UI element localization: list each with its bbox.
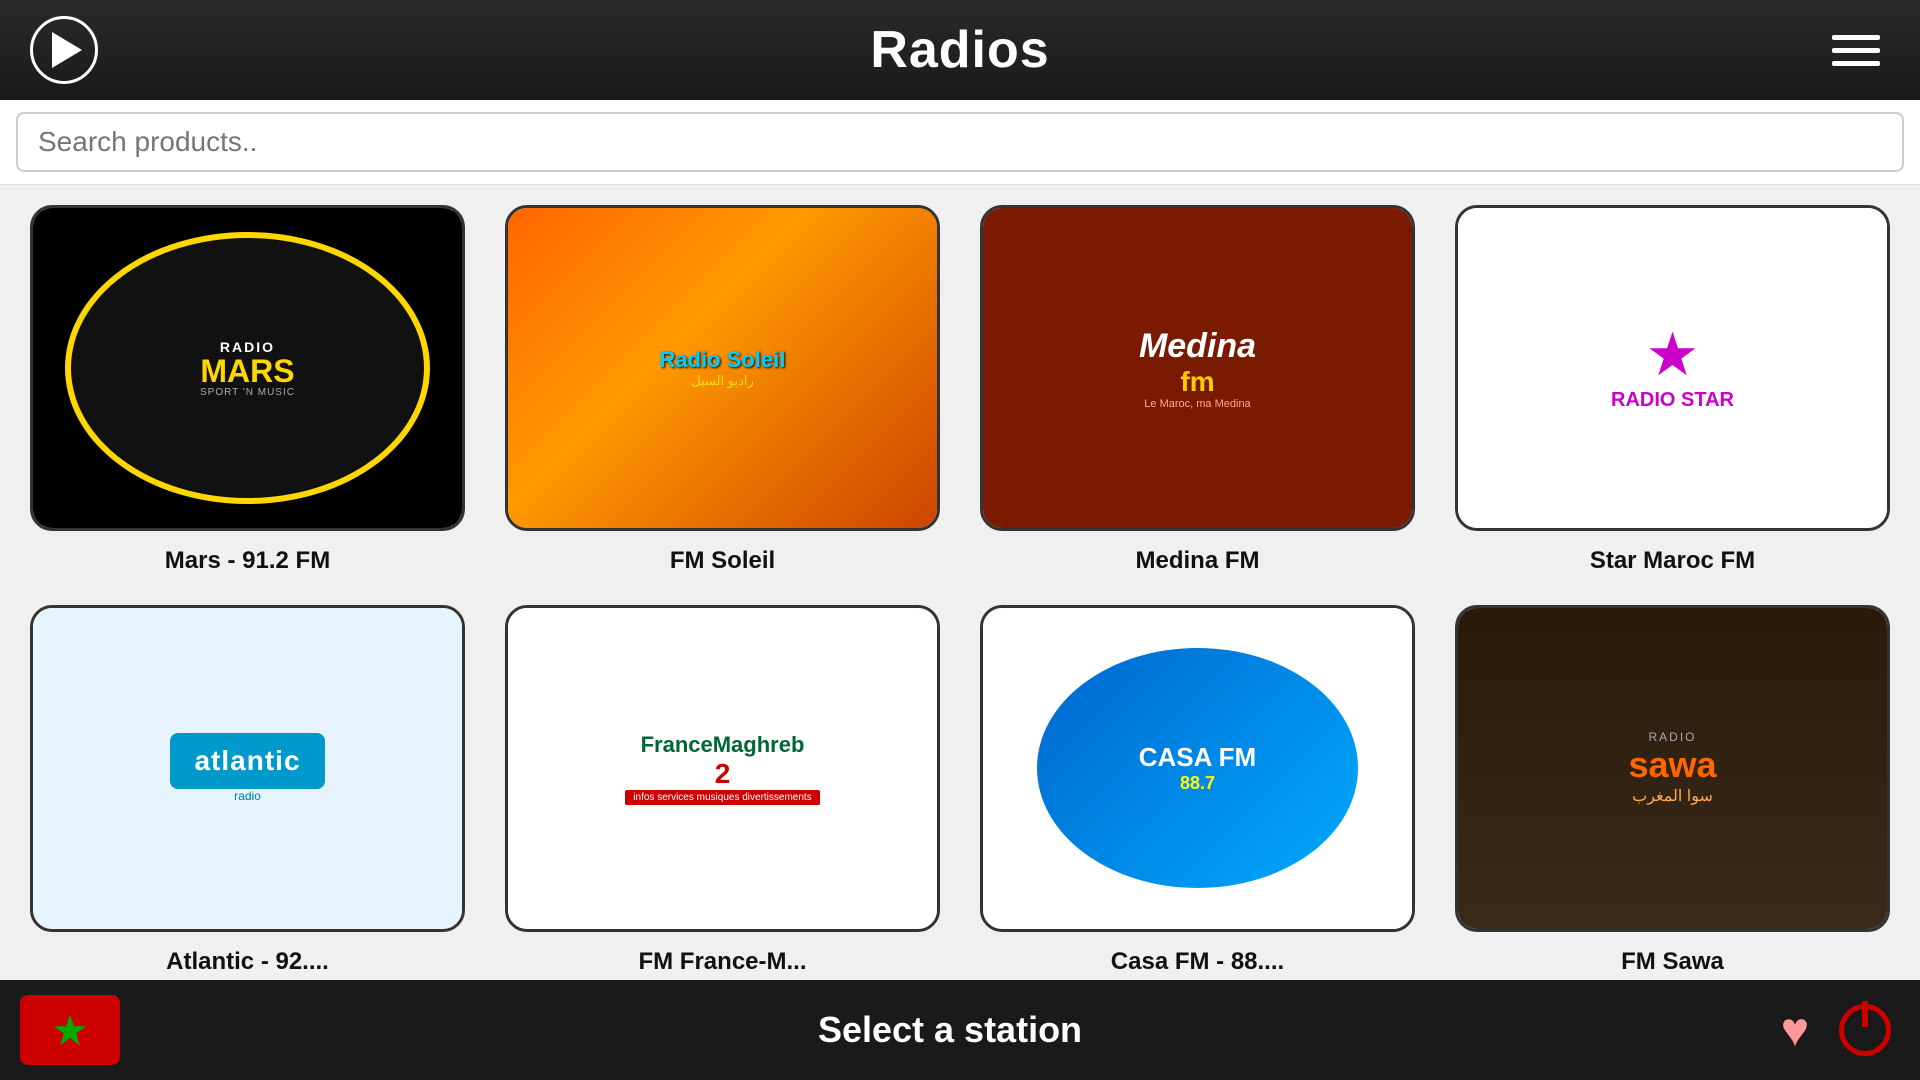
station-card-medina[interactable]: Medina fm Le Maroc, ma Medina Medina FM	[980, 205, 1415, 575]
station-label-france: FM France-M...	[638, 948, 806, 976]
power-button-shape	[1839, 1004, 1891, 1056]
bottom-bar: ★ Select a station ♥	[0, 980, 1920, 1080]
station-label-medina: Medina FM	[1136, 547, 1260, 575]
menu-icon[interactable]	[1822, 25, 1890, 76]
stations-grid: RADIO MARS SPORT 'N MUSIC Mars - 91.2 FM…	[0, 185, 1920, 979]
station-label-casa: Casa FM - 88....	[1111, 948, 1284, 976]
station-card-soleil[interactable]: Radio Soleil راديو السيل FM Soleil	[505, 205, 940, 575]
station-label-mars: Mars - 91.2 FM	[165, 547, 330, 575]
flag-button[interactable]: ★	[20, 995, 120, 1065]
station-logo-mars: RADIO MARS SPORT 'N MUSIC	[30, 205, 465, 531]
station-logo-star: ★ RADIO STAR	[1455, 205, 1890, 531]
station-card-casa[interactable]: CASA FM 88.7 Casa FM - 88....	[980, 605, 1415, 975]
station-label-atlantic: Atlantic - 92....	[166, 948, 329, 976]
station-card-atlantic[interactable]: atlantic radio Atlantic - 92....	[30, 605, 465, 975]
station-card-mars[interactable]: RADIO MARS SPORT 'N MUSIC Mars - 91.2 FM	[30, 205, 465, 575]
app-header: Radios	[0, 0, 1920, 100]
station-label-sawa: FM Sawa	[1621, 948, 1724, 976]
play-icon[interactable]	[30, 16, 98, 84]
station-label-soleil: FM Soleil	[670, 547, 775, 575]
page-title: Radios	[870, 20, 1049, 80]
station-logo-sawa: RADIO sawa سوا المغرب	[1455, 605, 1890, 931]
heart-icon[interactable]: ♥	[1760, 995, 1830, 1065]
station-logo-atlantic: atlantic radio	[30, 605, 465, 931]
heart-symbol: ♥	[1781, 1003, 1810, 1058]
station-logo-france: FranceMaghreb 2 infos services musiques …	[505, 605, 940, 931]
station-card-france[interactable]: FranceMaghreb 2 infos services musiques …	[505, 605, 940, 975]
search-container	[0, 100, 1920, 185]
station-card-star[interactable]: ★ RADIO STAR Star Maroc FM	[1455, 205, 1890, 575]
flag-star-icon: ★	[51, 1006, 89, 1055]
station-card-sawa[interactable]: RADIO sawa سوا المغرب FM Sawa	[1455, 605, 1890, 975]
station-logo-medina: Medina fm Le Maroc, ma Medina	[980, 205, 1415, 531]
station-logo-casa: CASA FM 88.7	[980, 605, 1415, 931]
select-station-label: Select a station	[120, 1009, 1760, 1051]
search-input[interactable]	[16, 112, 1904, 172]
power-icon[interactable]	[1830, 995, 1900, 1065]
station-label-star: Star Maroc FM	[1590, 547, 1755, 575]
station-logo-soleil: Radio Soleil راديو السيل	[505, 205, 940, 531]
